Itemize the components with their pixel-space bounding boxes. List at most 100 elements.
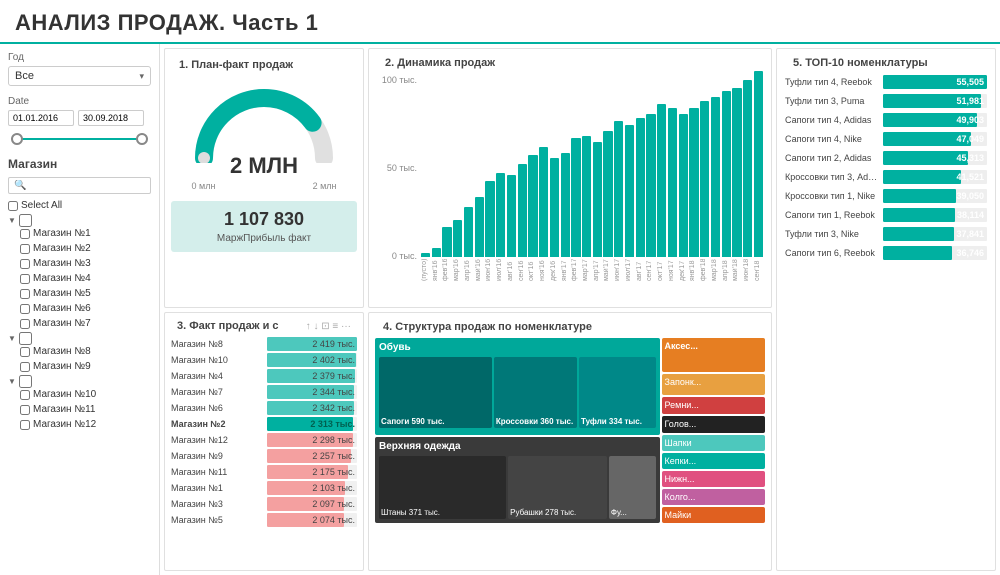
top10-value-8: 37,841 xyxy=(956,229,984,239)
range-thumb-right[interactable] xyxy=(136,133,148,145)
top10-value-9: 36,746 xyxy=(956,248,984,258)
x-label-24: дек'17 xyxy=(679,259,688,281)
top10-row-1: Туфли тип 3, Puma 51,981 xyxy=(785,94,987,108)
fact-row-2: Магазин №4 2 379 тыс. xyxy=(171,369,357,383)
date-from-input[interactable] xyxy=(8,110,74,126)
year-select[interactable]: Все ▾ xyxy=(8,66,151,86)
treemap-rubashki: Рубашки 278 тыс. xyxy=(508,456,607,519)
fact-row-1: Магазин №102 402 тыс. xyxy=(171,353,357,367)
bar-31 xyxy=(754,71,763,257)
x-label-0: (пусто) xyxy=(421,259,430,281)
fact-value-5: 2 313 тыс. xyxy=(310,419,355,429)
sidebar: Год Все ▾ Date xyxy=(0,44,160,575)
store-item-12[interactable]: Магазин №12 xyxy=(20,418,151,431)
top10-label-1: Туфли тип 3, Puma xyxy=(785,96,883,106)
select-all-checkbox[interactable]: Select All xyxy=(8,199,151,212)
treemap-col-shoes: Обувь Сапоги 590 тыс. Кроссовки 360 тыс.… xyxy=(375,338,660,523)
top10-row-6: Кроссовки тип 1, Nike39,050 xyxy=(785,189,987,203)
top10-bar-bg-1: 51,981 xyxy=(883,94,987,108)
fact-bar-bg-0: 2 419 тыс. xyxy=(267,337,357,351)
gauge-scale: 0 млн 2 млн xyxy=(192,181,337,191)
bar-15 xyxy=(582,136,591,257)
store-item-10[interactable]: Магазин №10 xyxy=(20,388,151,401)
store-item-7[interactable]: Магазин №7 xyxy=(20,317,151,330)
treemap-remni: Ремни... xyxy=(662,397,765,414)
treemap-clothes: Верхняя одежда Штаны 371 тыс. Рубашки 27… xyxy=(375,437,660,523)
fact-value-7: 2 257 тыс. xyxy=(312,451,355,461)
top10-value-1: 51,981 xyxy=(956,96,984,106)
bar-5 xyxy=(475,197,484,257)
bar-4 xyxy=(464,207,473,257)
date-to-input[interactable] xyxy=(78,110,144,126)
top10-value-0: 55,505 xyxy=(956,77,984,87)
store-group-1: ▼ Магазин №1 Магазин №2 Магазин №3 Магаз… xyxy=(8,214,151,330)
treemap-akses: Аксес... xyxy=(662,338,765,372)
fact-name-4: Магазин №6 xyxy=(171,403,267,413)
top10-bar-fill-7 xyxy=(883,208,955,222)
bar-3 xyxy=(453,220,462,257)
top10-bar-bg-0: 55,505 xyxy=(883,75,987,89)
date-range-slider[interactable] xyxy=(8,131,151,147)
store-item-8[interactable]: Магазин №8 xyxy=(20,345,151,358)
fact-name-1: Магазин №10 xyxy=(171,355,267,365)
top10-bar-bg-7: 38,114 xyxy=(883,208,987,222)
y-axis: 100 тыс. 50 тыс. 0 тыс. xyxy=(377,71,421,281)
top10-title: 5. ТОП-10 номенклатуры xyxy=(785,53,987,71)
top10-bar-fill-4 xyxy=(883,151,968,165)
fact-row-8: Магазин №112 175 тыс. xyxy=(171,465,357,479)
store-item-2[interactable]: Магазин №2 xyxy=(20,242,151,255)
main-layout: Год Все ▾ Date xyxy=(0,44,1000,575)
chevron-down-icon: ▾ xyxy=(139,71,144,82)
treemap-tufli: Туфли 334 тыс. xyxy=(579,357,656,428)
store-item-3[interactable]: Магазин №3 xyxy=(20,257,151,270)
fact-name-10: Магазин №3 xyxy=(171,499,267,509)
store-item-1[interactable]: Магазин №1 xyxy=(20,227,151,240)
bar-24 xyxy=(679,114,688,257)
date-inputs xyxy=(8,110,151,126)
top10-row-3: Сапоги тип 4, Nike47,049 xyxy=(785,132,987,146)
bar-6 xyxy=(485,181,494,257)
x-label-19: июл'17 xyxy=(625,259,634,281)
structure-title: 4. Структура продаж по номенклатуре xyxy=(375,317,765,335)
x-label-22: окт'17 xyxy=(657,259,666,281)
top10-label-5: Кроссовки тип 3, Adidas xyxy=(785,172,883,182)
gauge-value: 2 МЛН xyxy=(230,153,298,179)
top10-value-5: 41,521 xyxy=(956,172,984,182)
dynamics-chart-wrapper: 100 тыс. 50 тыс. 0 тыс. (пусто)янв'16фев… xyxy=(377,71,763,281)
x-label-27: мар'18 xyxy=(711,259,720,281)
fact-value-10: 2 097 тыс. xyxy=(312,499,355,509)
store-group-3-header[interactable]: ▼ xyxy=(8,375,151,388)
date-filter: Date xyxy=(8,96,151,147)
profit-box: 1 107 830 МаржПрибыль факт xyxy=(171,201,357,252)
fact-value-2: 2 379 тыс. xyxy=(312,371,355,381)
x-label-2: фев'16 xyxy=(442,259,451,281)
range-thumb-left[interactable] xyxy=(11,133,23,145)
store-item-9[interactable]: Магазин №9 xyxy=(20,360,151,373)
bar-13 xyxy=(561,153,570,257)
fact-row-10: Магазин №3 2 097 тыс. xyxy=(171,497,357,511)
top10-bar-bg-8: 37,841 xyxy=(883,227,987,241)
fact-sales-list: Магазин №82 419 тыс.Магазин №102 402 тыс… xyxy=(171,337,357,527)
fact-value-3: 2 344 тыс. xyxy=(312,387,355,397)
store-group-2-header[interactable]: ▼ xyxy=(8,332,151,345)
store-group-1-header[interactable]: ▼ xyxy=(8,214,151,227)
store-search-input[interactable] xyxy=(8,177,151,194)
y-label-50: 50 тыс. xyxy=(377,163,417,173)
treemap-shapki: Шапки xyxy=(662,435,765,451)
x-label-18: июн'17 xyxy=(614,259,623,281)
top10-value-3: 47,049 xyxy=(956,134,984,144)
store-item-6[interactable]: Магазин №6 xyxy=(20,302,151,315)
store-item-4[interactable]: Магазин №4 xyxy=(20,272,151,285)
gauge-svg xyxy=(184,73,344,163)
x-label-31: сен'18 xyxy=(754,259,763,281)
bar-16 xyxy=(593,142,602,257)
x-label-29: май'18 xyxy=(732,259,741,281)
fact-bar-bg-5: 2 313 тыс. xyxy=(267,417,357,431)
x-label-25: янв'18 xyxy=(689,259,698,281)
bar-10 xyxy=(528,155,537,257)
fact-name-2: Магазин №4 xyxy=(171,371,267,381)
store-item-11[interactable]: Магазин №11 xyxy=(20,403,151,416)
store-item-5[interactable]: Магазин №5 xyxy=(20,287,151,300)
treemap-kolgo: Колго... xyxy=(662,489,765,505)
x-label-16: апр'17 xyxy=(593,259,602,281)
